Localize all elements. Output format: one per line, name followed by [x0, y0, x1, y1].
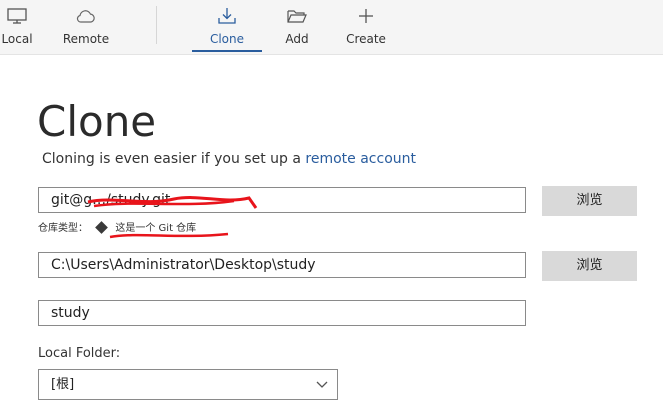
local-folder-select[interactable]: [根]	[38, 369, 338, 400]
folder-open-icon	[287, 10, 307, 23]
remote-account-link[interactable]: remote account	[305, 151, 416, 167]
git-diamond-icon	[95, 221, 109, 234]
source-url-input[interactable]: git@g…/study.git	[38, 187, 526, 213]
repo-type-value: 这是一个 Git 仓库	[115, 223, 197, 234]
add-label: Add	[285, 32, 309, 46]
cloud-icon	[76, 10, 95, 23]
active-tab-indicator	[192, 50, 262, 52]
repo-type: 仓库类型： 这是一个 Git 仓库	[38, 219, 196, 234]
remote-label: Remote	[62, 32, 110, 46]
chevron-down-icon	[316, 381, 328, 388]
local-folder-value: [根]	[51, 377, 75, 392]
toolbar: Local Remote Clone Add Create	[0, 0, 663, 55]
clone-tab[interactable]: Clone	[192, 0, 262, 54]
local-label: Local	[1, 32, 33, 46]
subtitle-text: Cloning is even easier if you set up a	[42, 151, 301, 167]
local-button[interactable]: Local	[0, 0, 34, 54]
name-input[interactable]: study	[38, 300, 526, 326]
clone-label: Clone	[209, 32, 245, 46]
monitor-icon	[7, 8, 27, 24]
create-label: Create	[346, 32, 386, 46]
name-value: study	[51, 305, 90, 321]
browse-destination-button[interactable]: 浏览	[542, 251, 637, 281]
create-button[interactable]: Create	[344, 0, 388, 54]
remote-button[interactable]: Remote	[62, 0, 110, 54]
repo-type-label: 仓库类型：	[38, 223, 88, 234]
subtitle: Cloning is even easier if you set up a r…	[42, 151, 416, 167]
toolbar-divider	[156, 6, 157, 44]
destination-path-input[interactable]: C:\Users\Administrator\Desktop\study	[38, 252, 526, 278]
destination-path-value: C:\Users\Administrator\Desktop\study	[51, 257, 316, 273]
browse-source-button[interactable]: 浏览	[542, 186, 637, 216]
page-title: Clone	[37, 97, 157, 146]
plus-icon	[359, 9, 373, 23]
source-url-value: git@g…/study.git	[51, 192, 171, 208]
download-icon	[218, 8, 236, 24]
add-button[interactable]: Add	[278, 0, 316, 54]
local-folder-label: Local Folder:	[38, 346, 121, 361]
